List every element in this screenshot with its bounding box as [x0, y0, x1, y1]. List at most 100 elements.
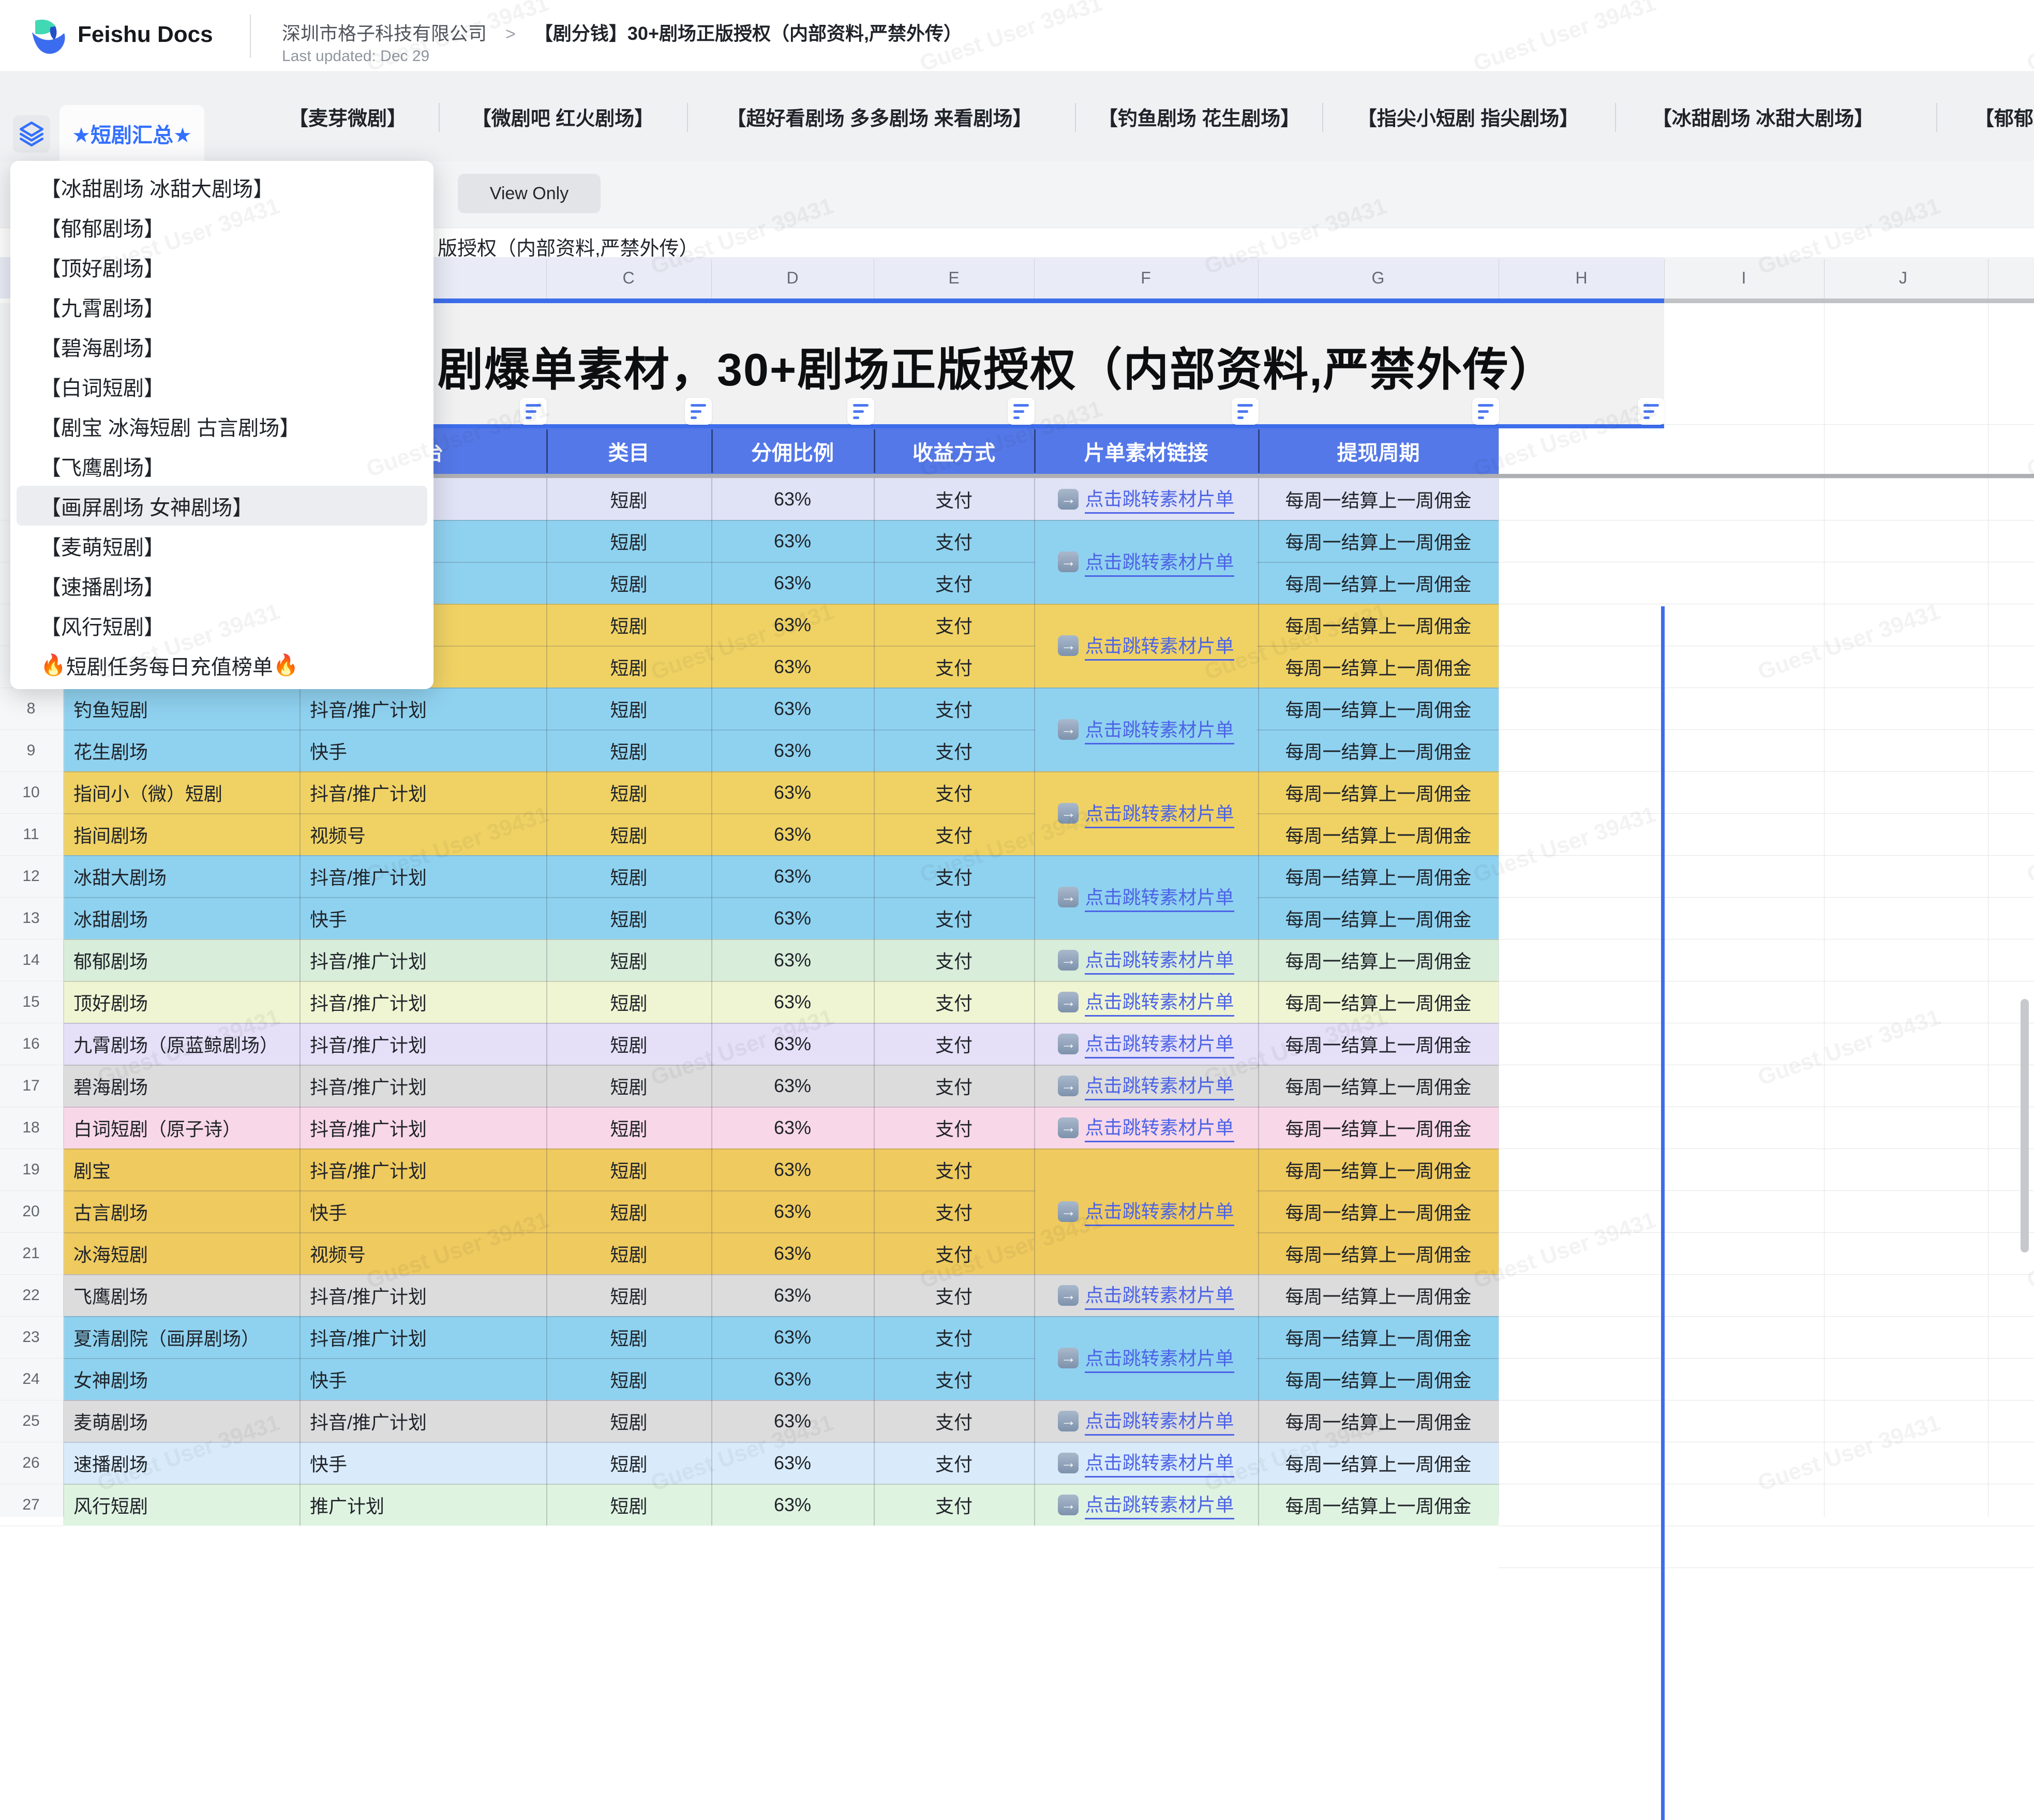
material-link-row25[interactable]: →点击跳转素材片单: [1034, 1400, 1258, 1442]
cell-c-row23[interactable]: 短剧: [546, 1316, 711, 1358]
cell-g-row10[interactable]: 每周一结算上一周佣金: [1258, 771, 1499, 813]
cell-e-row4[interactable]: 支付: [874, 520, 1034, 562]
cell-g-row19[interactable]: 每周一结算上一周佣金: [1258, 1148, 1499, 1190]
row-number-18[interactable]: 18: [0, 1107, 62, 1148]
cell-e-row23[interactable]: 支付: [874, 1316, 1034, 1358]
row-number-10[interactable]: 10: [0, 771, 62, 813]
cell-e-row24[interactable]: 支付: [874, 1358, 1034, 1400]
cell-e-row25[interactable]: 支付: [874, 1400, 1034, 1442]
cell-e-row19[interactable]: 支付: [874, 1148, 1034, 1190]
cell-c-row8[interactable]: 短剧: [546, 688, 711, 729]
row-number-24[interactable]: 24: [0, 1358, 62, 1400]
cell-g-row18[interactable]: 每周一结算上一周佣金: [1258, 1107, 1499, 1148]
cell-e-row7[interactable]: 支付: [874, 646, 1034, 688]
cell-a-row8[interactable]: 钓鱼短剧: [63, 688, 300, 729]
dropdown-item-9[interactable]: 【麦萌短剧】: [17, 526, 427, 565]
material-link-row16[interactable]: →点击跳转素材片单: [1034, 1023, 1258, 1065]
cell-d-row3[interactable]: 63%: [711, 478, 874, 520]
cell-b-row25[interactable]: 抖音/推广计划: [300, 1400, 546, 1442]
header-cell-g[interactable]: 提现周期: [1258, 428, 1499, 474]
row-number-17[interactable]: 17: [0, 1065, 62, 1107]
cell-d-row26[interactable]: 63%: [711, 1442, 874, 1484]
tab-4[interactable]: 【超好看剧场 多多剧场 来看剧场】: [726, 72, 1032, 161]
cell-d-row21[interactable]: 63%: [711, 1232, 874, 1274]
cell-a-row13[interactable]: 冰甜剧场: [63, 897, 300, 939]
material-link-row10[interactable]: →点击跳转素材片单: [1034, 771, 1258, 855]
cell-a-row22[interactable]: 飞鹰剧场: [63, 1274, 300, 1316]
cell-b-row16[interactable]: 抖音/推广计划: [300, 1023, 546, 1065]
column-letter-H[interactable]: H: [1575, 257, 1587, 299]
cell-c-row18[interactable]: 短剧: [546, 1107, 711, 1148]
header-cell-c[interactable]: 类目: [546, 428, 711, 474]
material-link-row18[interactable]: →点击跳转素材片单: [1034, 1107, 1258, 1148]
row-number-27[interactable]: 27: [0, 1484, 62, 1526]
cell-d-row13[interactable]: 63%: [711, 897, 874, 939]
row-number-21[interactable]: 21: [0, 1232, 62, 1274]
material-link-row22[interactable]: →点击跳转素材片单: [1034, 1274, 1258, 1316]
header-cell-d[interactable]: 分佣比例: [711, 428, 874, 474]
cell-d-row19[interactable]: 63%: [711, 1148, 874, 1190]
material-link-row6[interactable]: →点击跳转素材片单: [1034, 604, 1258, 688]
cell-b-row9[interactable]: 快手: [300, 729, 546, 771]
column-letter-C[interactable]: C: [622, 257, 634, 299]
dropdown-item-1[interactable]: 【郁郁剧场】: [17, 207, 427, 247]
cell-g-row15[interactable]: 每周一结算上一周佣金: [1258, 981, 1499, 1023]
cell-c-row26[interactable]: 短剧: [546, 1442, 711, 1484]
cell-g-row26[interactable]: 每周一结算上一周佣金: [1258, 1442, 1499, 1484]
cell-c-row19[interactable]: 短剧: [546, 1148, 711, 1190]
material-link-row14[interactable]: →点击跳转素材片单: [1034, 939, 1258, 981]
cell-c-row5[interactable]: 短剧: [546, 562, 711, 604]
cell-e-row3[interactable]: 支付: [874, 478, 1034, 520]
header-cell-f[interactable]: 片单素材链接: [1034, 428, 1258, 474]
dropdown-item-10[interactable]: 【速播剧场】: [17, 565, 427, 605]
cell-e-row6[interactable]: 支付: [874, 604, 1034, 646]
cell-c-row25[interactable]: 短剧: [546, 1400, 711, 1442]
filter-icon[interactable]: [1638, 398, 1665, 425]
cell-d-row15[interactable]: 63%: [711, 981, 874, 1023]
cell-c-row17[interactable]: 短剧: [546, 1065, 711, 1107]
row-number-16[interactable]: 16: [0, 1023, 62, 1065]
header-cell-e[interactable]: 收益方式: [874, 428, 1034, 474]
row-number-22[interactable]: 22: [0, 1274, 62, 1316]
cell-c-row9[interactable]: 短剧: [546, 729, 711, 771]
cell-b-row8[interactable]: 抖音/推广计划: [300, 688, 546, 729]
cell-e-row22[interactable]: 支付: [874, 1274, 1034, 1316]
material-link-row17[interactable]: →点击跳转素材片单: [1034, 1065, 1258, 1107]
cell-e-row9[interactable]: 支付: [874, 729, 1034, 771]
cell-e-row15[interactable]: 支付: [874, 981, 1034, 1023]
view-only-badge[interactable]: View Only: [458, 174, 601, 213]
row-number-26[interactable]: 26: [0, 1442, 62, 1484]
cell-g-row13[interactable]: 每周一结算上一周佣金: [1258, 897, 1499, 939]
cell-c-row12[interactable]: 短剧: [546, 855, 711, 897]
cell-e-row21[interactable]: 支付: [874, 1232, 1034, 1274]
cell-b-row19[interactable]: 抖音/推广计划: [300, 1148, 546, 1190]
tab-2[interactable]: 【麦芽微剧】: [289, 72, 407, 161]
cell-e-row8[interactable]: 支付: [874, 688, 1034, 729]
cell-a-row14[interactable]: 郁郁剧场: [63, 939, 300, 981]
cell-g-row16[interactable]: 每周一结算上一周佣金: [1258, 1023, 1499, 1065]
tab-active-summary[interactable]: ★短剧汇总★: [59, 105, 204, 161]
material-link-row27[interactable]: →点击跳转素材片单: [1034, 1484, 1258, 1526]
cell-b-row12[interactable]: 抖音/推广计划: [300, 855, 546, 897]
cell-e-row13[interactable]: 支付: [874, 897, 1034, 939]
cell-c-row3[interactable]: 短剧: [546, 478, 711, 520]
cell-c-row20[interactable]: 短剧: [546, 1190, 711, 1232]
all-sheets-button[interactable]: [13, 115, 50, 153]
cell-g-row14[interactable]: 每周一结算上一周佣金: [1258, 939, 1499, 981]
column-letter-J[interactable]: J: [1899, 257, 1907, 299]
cell-c-row10[interactable]: 短剧: [546, 771, 711, 813]
cell-a-row24[interactable]: 女神剧场: [63, 1358, 300, 1400]
column-letter-D[interactable]: D: [786, 257, 798, 299]
cell-g-row25[interactable]: 每周一结算上一周佣金: [1258, 1400, 1499, 1442]
cell-a-row11[interactable]: 指间剧场: [63, 813, 300, 855]
cell-d-row12[interactable]: 63%: [711, 855, 874, 897]
cell-e-row10[interactable]: 支付: [874, 771, 1034, 813]
dropdown-item-11[interactable]: 【风行短剧】: [17, 605, 427, 645]
cell-a-row10[interactable]: 指间小（微）短剧: [63, 771, 300, 813]
cell-b-row23[interactable]: 抖音/推广计划: [300, 1316, 546, 1358]
cell-a-row16[interactable]: 九霄剧场（原蓝鲸剧场）: [63, 1023, 300, 1065]
cell-g-row7[interactable]: 每周一结算上一周佣金: [1258, 646, 1499, 688]
filter-icon[interactable]: [1472, 398, 1499, 425]
cell-d-row8[interactable]: 63%: [711, 688, 874, 729]
cell-e-row20[interactable]: 支付: [874, 1190, 1034, 1232]
